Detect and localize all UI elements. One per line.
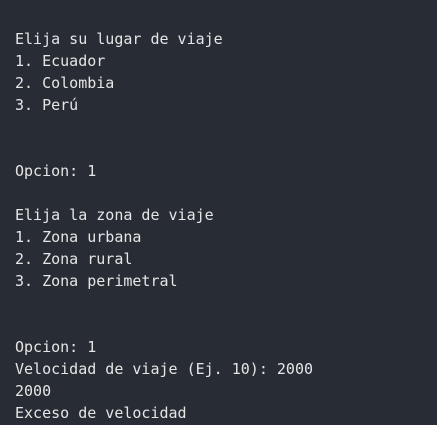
output-line: 2. Zona rural [15,250,133,268]
output-line: Elija su lugar de viaje [15,30,223,48]
output-line: 3. Zona perimetral [15,272,178,290]
cropped-glyph: ' [36,4,54,5]
previous-command-line-cropped: ' ' . ' [0,0,437,5]
output-line: 1. Zona urbana [15,228,142,246]
output-line: 2. Colombia [15,74,115,92]
cropped-glyph: . [84,4,102,5]
cropped-glyph: ' [60,4,78,5]
cropped-glyph: ' [108,4,126,5]
output-line: 3. Perú [15,96,79,114]
output-line: Opcion: 1 [15,338,97,356]
output-line: Opcion: 1 [15,162,97,180]
terminal-window[interactable]: ' ' . ' Elija su lugar de viaje 1. Ecuad… [0,0,437,425]
output-line: Velocidad de viaje (Ej. 10): 2000 [15,360,314,378]
output-line: 1. Ecuador [15,52,106,70]
terminal-output: Elija su lugar de viaje 1. Ecuador 2. Co… [15,28,437,424]
output-line: Elija la zona de viaje [15,206,214,224]
output-line: Exceso de velocidad [15,404,187,422]
output-line: 2000 [15,382,52,400]
